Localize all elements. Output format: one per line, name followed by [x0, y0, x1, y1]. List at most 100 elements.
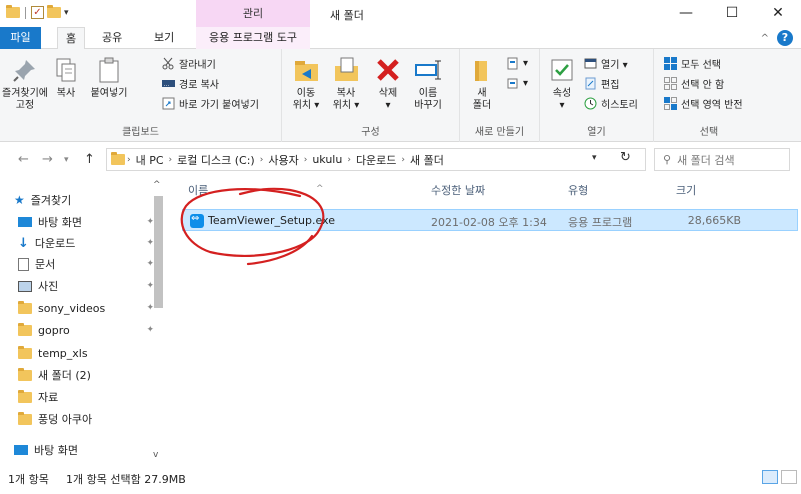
folder-icon [6, 5, 20, 18]
details-view-icon[interactable] [762, 470, 778, 484]
chevron-right-icon[interactable]: › [304, 155, 308, 165]
column-header-type[interactable]: 유형 [568, 178, 588, 204]
rename-label-line1: 이름 [418, 88, 438, 99]
folder-icon [18, 322, 32, 336]
help-icon[interactable]: ? [777, 30, 793, 46]
breadcrumb-new-folder[interactable]: 새 폴더 [410, 152, 444, 168]
paste-shortcut-label: 바로 가기 붙여넣기 [179, 99, 259, 111]
folder-icon [18, 345, 32, 359]
scroll-down-icon[interactable]: v [153, 450, 158, 460]
cut-label: 잘라내기 [179, 59, 216, 71]
ribbon-tabs: 파일 홈 공유 보기 응용 프로그램 도구 ^ ? [0, 27, 801, 50]
file-size: 28,665KB [687, 214, 741, 227]
nav-item-folder[interactable]: temp_xls [18, 343, 154, 363]
tab-view[interactable]: 보기 [146, 27, 182, 49]
desktop-icon [14, 445, 28, 455]
properties-check-icon[interactable]: ✓ [31, 6, 44, 19]
nav-item-folder[interactable]: 풍덩 아쿠아 [18, 409, 154, 429]
chevron-right-icon[interactable]: › [127, 155, 131, 165]
new-item-button[interactable]: ▾ [506, 55, 528, 71]
forward-arrow-icon[interactable]: → [42, 152, 53, 167]
open-group-label: 열기 [587, 127, 606, 138]
easy-access-button[interactable]: ▾ [506, 75, 528, 91]
nav-item-desktop-root[interactable]: 바탕 화면 [14, 440, 150, 460]
invert-selection-label: 선택 영역 반전 [681, 99, 743, 111]
column-header-size[interactable]: 크기 [676, 178, 696, 204]
invert-selection-icon [664, 96, 677, 110]
close-button[interactable]: ✕ [755, 0, 801, 27]
copy-to-button[interactable]: 복사 위치 ▾ [326, 55, 366, 112]
nav-item-folder[interactable]: sony_videos ✦ [18, 298, 154, 318]
paste-button[interactable]: 붙여넣기 [82, 55, 136, 100]
rename-button[interactable]: 이름 바꾸기 [408, 55, 448, 112]
nav-scrollbar[interactable]: ^ v [150, 178, 166, 462]
delete-label-line2: ▾ [385, 100, 391, 111]
edit-button[interactable]: 편집 [584, 75, 619, 91]
delete-button[interactable]: 삭제 ▾ [370, 55, 406, 112]
maximize-button[interactable]: ☐ [709, 0, 755, 27]
address-bar[interactable]: › 내 PC › 로컬 디스크 (C:) › 사용자 › ukulu › 다운로… [106, 148, 646, 171]
chevron-right-icon[interactable]: › [169, 155, 173, 165]
address-row: ← → ▾ ↑ › 내 PC › 로컬 디스크 (C:) › 사용자 › uku… [0, 142, 801, 178]
tab-home[interactable]: 홈 [57, 27, 86, 50]
tab-share[interactable]: 공유 [94, 27, 130, 49]
refresh-icon[interactable]: ↻ [620, 150, 631, 165]
nav-item-downloads[interactable]: ↓ 다운로드 ✦ [18, 233, 154, 253]
customize-qat-chevron-icon[interactable]: ▾ [64, 8, 69, 18]
paste-shortcut-button[interactable]: 바로 가기 붙여넣기 [162, 95, 259, 111]
nav-item-quick-access[interactable]: ★ 즐겨찾기 [14, 190, 150, 210]
nav-item-folder[interactable]: 새 폴더 (2) [18, 365, 154, 385]
breadcrumb-this-pc[interactable]: 내 PC [136, 152, 164, 168]
chevron-right-icon[interactable]: › [401, 155, 405, 165]
organize-group: 이동 위치 ▾ 복사 위치 ▾ 삭제 ▾ 이름 바꾸기 구성 [282, 49, 460, 142]
history-button[interactable]: 히스토리 [584, 95, 638, 111]
new-group: 새 폴더 ▾ ▾ 새로 만들기 [460, 49, 540, 142]
breadcrumb-users[interactable]: 사용자 [268, 152, 298, 168]
nav-item-documents[interactable]: 문서 ✦ [18, 254, 154, 274]
nav-item-folder[interactable]: 자료 [18, 387, 154, 407]
scrollbar-thumb[interactable] [154, 196, 163, 308]
minimize-button[interactable]: — [663, 0, 709, 27]
tab-app-tools[interactable]: 응용 프로그램 도구 [196, 27, 310, 49]
new-folder-button[interactable]: 새 폴더 [464, 55, 500, 112]
edit-icon [584, 77, 597, 90]
open-button[interactable]: 열기 ▾ [584, 55, 628, 71]
recent-locations-chevron-icon[interactable]: ▾ [64, 155, 69, 165]
nav-item-pictures[interactable]: 사진 ✦ [18, 276, 154, 296]
invert-selection-button[interactable]: 선택 영역 반전 [664, 95, 743, 111]
pin-quick-access-button[interactable]: 즐겨찾기에 고정 [0, 55, 50, 112]
copy-path-button[interactable]: ... 경로 복사 [162, 75, 219, 91]
up-arrow-icon[interactable]: ↑ [84, 152, 95, 167]
search-input[interactable]: ⚲ 새 폴더 검색 [654, 148, 790, 171]
address-dropdown-chevron-icon[interactable]: ▾ [592, 153, 597, 163]
select-group-label: 선택 [699, 127, 719, 138]
nav-item-desktop[interactable]: 바탕 화면 ✦ [18, 212, 154, 232]
nav-item-folder[interactable]: gopro ✦ [18, 320, 154, 340]
open-icon [584, 57, 597, 70]
column-header-name[interactable]: 이름 ^ [188, 178, 428, 204]
file-name[interactable]: TeamViewer_Setup.exe [208, 214, 335, 227]
column-header-modified[interactable]: 수정한 날짜 [431, 178, 485, 204]
nav-item-label: 새 폴더 (2) [38, 369, 91, 382]
scroll-up-icon[interactable]: ^ [153, 180, 161, 190]
chevron-right-icon[interactable]: › [260, 155, 264, 165]
collapse-ribbon-icon[interactable]: ^ [761, 33, 769, 44]
select-none-button[interactable]: 선택 안 함 [664, 75, 724, 91]
copy-button[interactable]: 복사 [48, 55, 84, 100]
ribbon-controls: ^ ? [761, 30, 793, 46]
select-all-button[interactable]: 모두 선택 [664, 55, 721, 71]
file-list: 이름 ^ 수정한 날짜 유형 크기 TeamViewer_Setup.exe 2… [166, 178, 801, 462]
move-to-button[interactable]: 이동 위치 ▾ [286, 55, 326, 112]
large-icons-view-icon[interactable] [781, 470, 797, 484]
chevron-right-icon[interactable]: › [347, 155, 351, 165]
breadcrumb-user[interactable]: ukulu [312, 153, 342, 166]
folder-icon [18, 367, 32, 381]
back-arrow-icon[interactable]: ← [18, 152, 29, 167]
folder-icon [18, 411, 32, 425]
breadcrumb-downloads[interactable]: 다운로드 [356, 152, 396, 168]
tab-file[interactable]: 파일 [0, 27, 41, 49]
cut-button[interactable]: 잘라내기 [162, 55, 216, 71]
new-folder-icon[interactable] [47, 5, 61, 18]
properties-button[interactable]: 속성 ▾ [544, 55, 580, 112]
breadcrumb-local-disk[interactable]: 로컬 디스크 (C:) [177, 152, 255, 168]
